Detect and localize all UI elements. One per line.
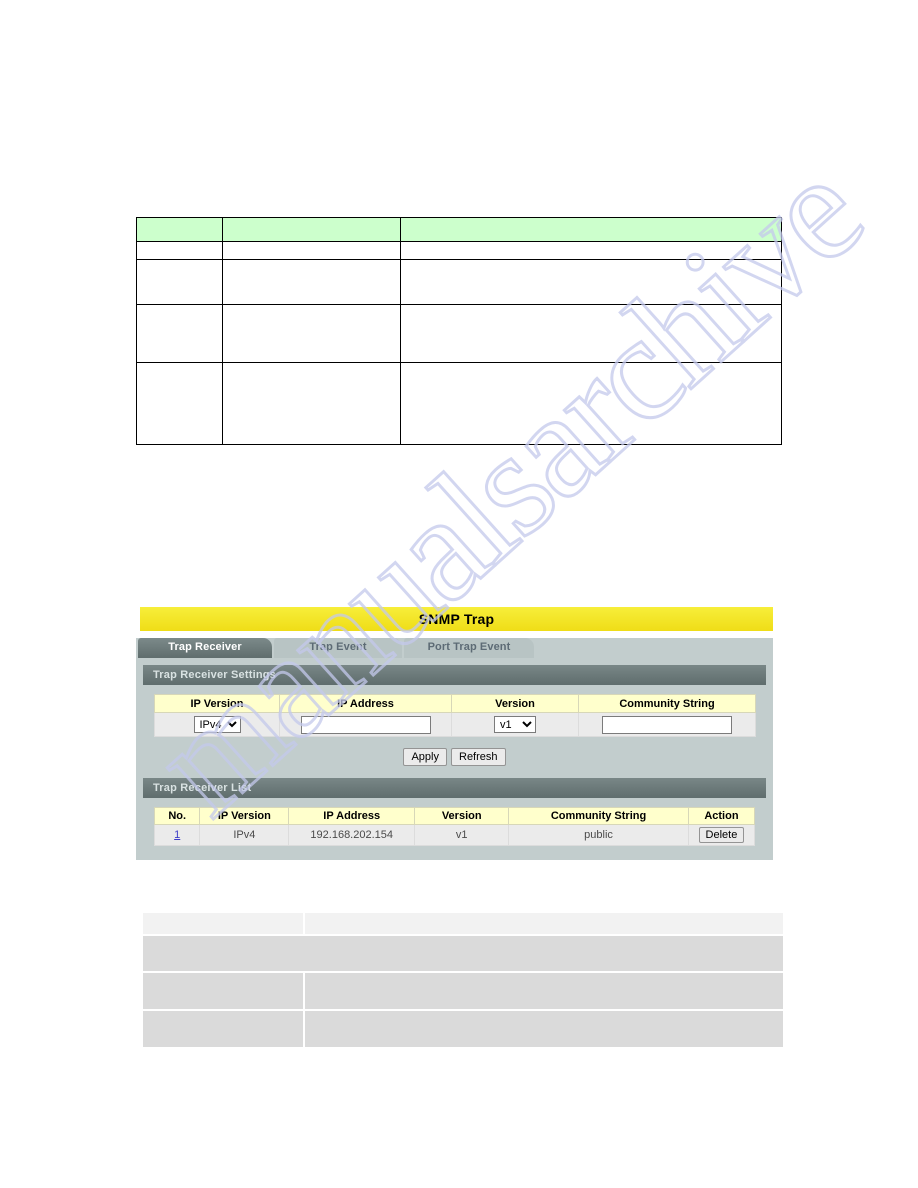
delete-button[interactable]: Delete (698, 827, 745, 843)
cell-action: Delete (687, 824, 756, 846)
table-cell (136, 241, 223, 260)
column-header-community-string: Community String (578, 694, 756, 713)
cell-no: 1 (153, 824, 201, 846)
section-header-trap-receiver-settings: Trap Receiver Settings (143, 665, 766, 685)
table-row (143, 936, 783, 971)
table-row (136, 241, 782, 260)
form-input-row: IPv4 IPv6 v1 v2c v3 (154, 712, 756, 737)
table-row (136, 362, 782, 445)
cell-community-string (578, 712, 756, 737)
trap-receiver-settings-form: IP Version IP Address Version Community … (154, 694, 756, 766)
table-cell (400, 259, 782, 305)
snmp-version-select[interactable]: v1 v2c v3 (494, 716, 536, 733)
table-row (143, 973, 783, 1009)
tab-trap-event[interactable]: Trap Event (274, 638, 402, 658)
table-header-cell (222, 217, 401, 242)
table-cell (143, 973, 303, 1009)
column-header-version: Version (451, 694, 579, 713)
ip-version-select[interactable]: IPv4 IPv6 (193, 716, 241, 733)
cell-version: v1 v2c v3 (451, 712, 579, 737)
table-row (136, 304, 782, 363)
cell-ip-address: 192.168.202.154 (288, 824, 416, 846)
table-row (143, 1011, 783, 1047)
ui-panel-body: Trap Receiver Trap Event Port Trap Event… (136, 638, 773, 860)
cell-ip-version: IPv4 (199, 824, 290, 846)
cell-version: v1 (414, 824, 510, 846)
table-header-cell (400, 217, 782, 242)
column-header-ip-address: IP Address (279, 694, 452, 713)
tab-bar: Trap Receiver Trap Event Port Trap Event (136, 638, 773, 658)
table-cell (222, 362, 401, 445)
table-cell (400, 304, 782, 363)
column-header-ip-version: IP Version (154, 694, 280, 713)
trap-receiver-settings-table: IP Version IP Address Version Community … (154, 694, 756, 737)
table-cell (136, 362, 223, 445)
table-cell (222, 259, 401, 305)
column-header-ip-address: IP Address (288, 807, 416, 825)
table-cell (136, 259, 223, 305)
refresh-button[interactable]: Refresh (451, 748, 506, 766)
table-header-row (136, 217, 782, 242)
table-cell (136, 304, 223, 363)
table-cell (400, 241, 782, 260)
table-header-row (143, 913, 783, 934)
table-cell (400, 362, 782, 445)
table-row (136, 259, 782, 305)
table-cell (305, 973, 783, 1009)
section-header-trap-receiver-list: Trap Receiver List (143, 778, 766, 798)
apply-button[interactable]: Apply (403, 748, 447, 766)
column-header-version: Version (414, 807, 510, 825)
row-number-link[interactable]: 1 (174, 829, 180, 841)
list-header-row: No. IP Version IP Address Version Commun… (153, 807, 756, 825)
tab-port-trap-event[interactable]: Port Trap Event (404, 638, 534, 658)
form-header-row: IP Version IP Address Version Community … (154, 694, 756, 713)
form-button-row: Apply Refresh (154, 747, 755, 766)
column-header-ip-version: IP Version (199, 807, 290, 825)
table-cell (305, 1011, 783, 1047)
community-string-input[interactable] (602, 715, 732, 734)
tab-trap-receiver[interactable]: Trap Receiver (138, 638, 272, 658)
column-header-no: No. (153, 807, 201, 825)
trap-receiver-list-table: No. IP Version IP Address Version Commun… (153, 807, 756, 846)
table-header-cell (136, 217, 223, 242)
column-header-community-string: Community String (508, 807, 689, 825)
snmp-trap-screenshot: SNMP Trap Trap Receiver Trap Event Port … (136, 607, 781, 860)
table-row: 1 IPv4 192.168.202.154 v1 public Delete (153, 824, 756, 846)
page-title: SNMP Trap (140, 607, 773, 631)
table-header-cell (143, 913, 303, 934)
column-header-action: Action (687, 807, 756, 825)
parameter-description-table-top (136, 217, 782, 445)
table-cell (143, 936, 783, 971)
cell-community-string: public (508, 824, 689, 846)
cell-ip-version: IPv4 IPv6 (154, 712, 280, 737)
table-header-cell (305, 913, 783, 934)
parameter-description-table-bottom (141, 911, 785, 1049)
trap-receiver-list-wrap: No. IP Version IP Address Version Commun… (153, 807, 756, 846)
cell-ip-address (279, 712, 452, 737)
ip-address-input[interactable] (300, 715, 431, 734)
table-cell (143, 1011, 303, 1047)
table-cell (222, 304, 401, 363)
table-cell (222, 241, 401, 260)
